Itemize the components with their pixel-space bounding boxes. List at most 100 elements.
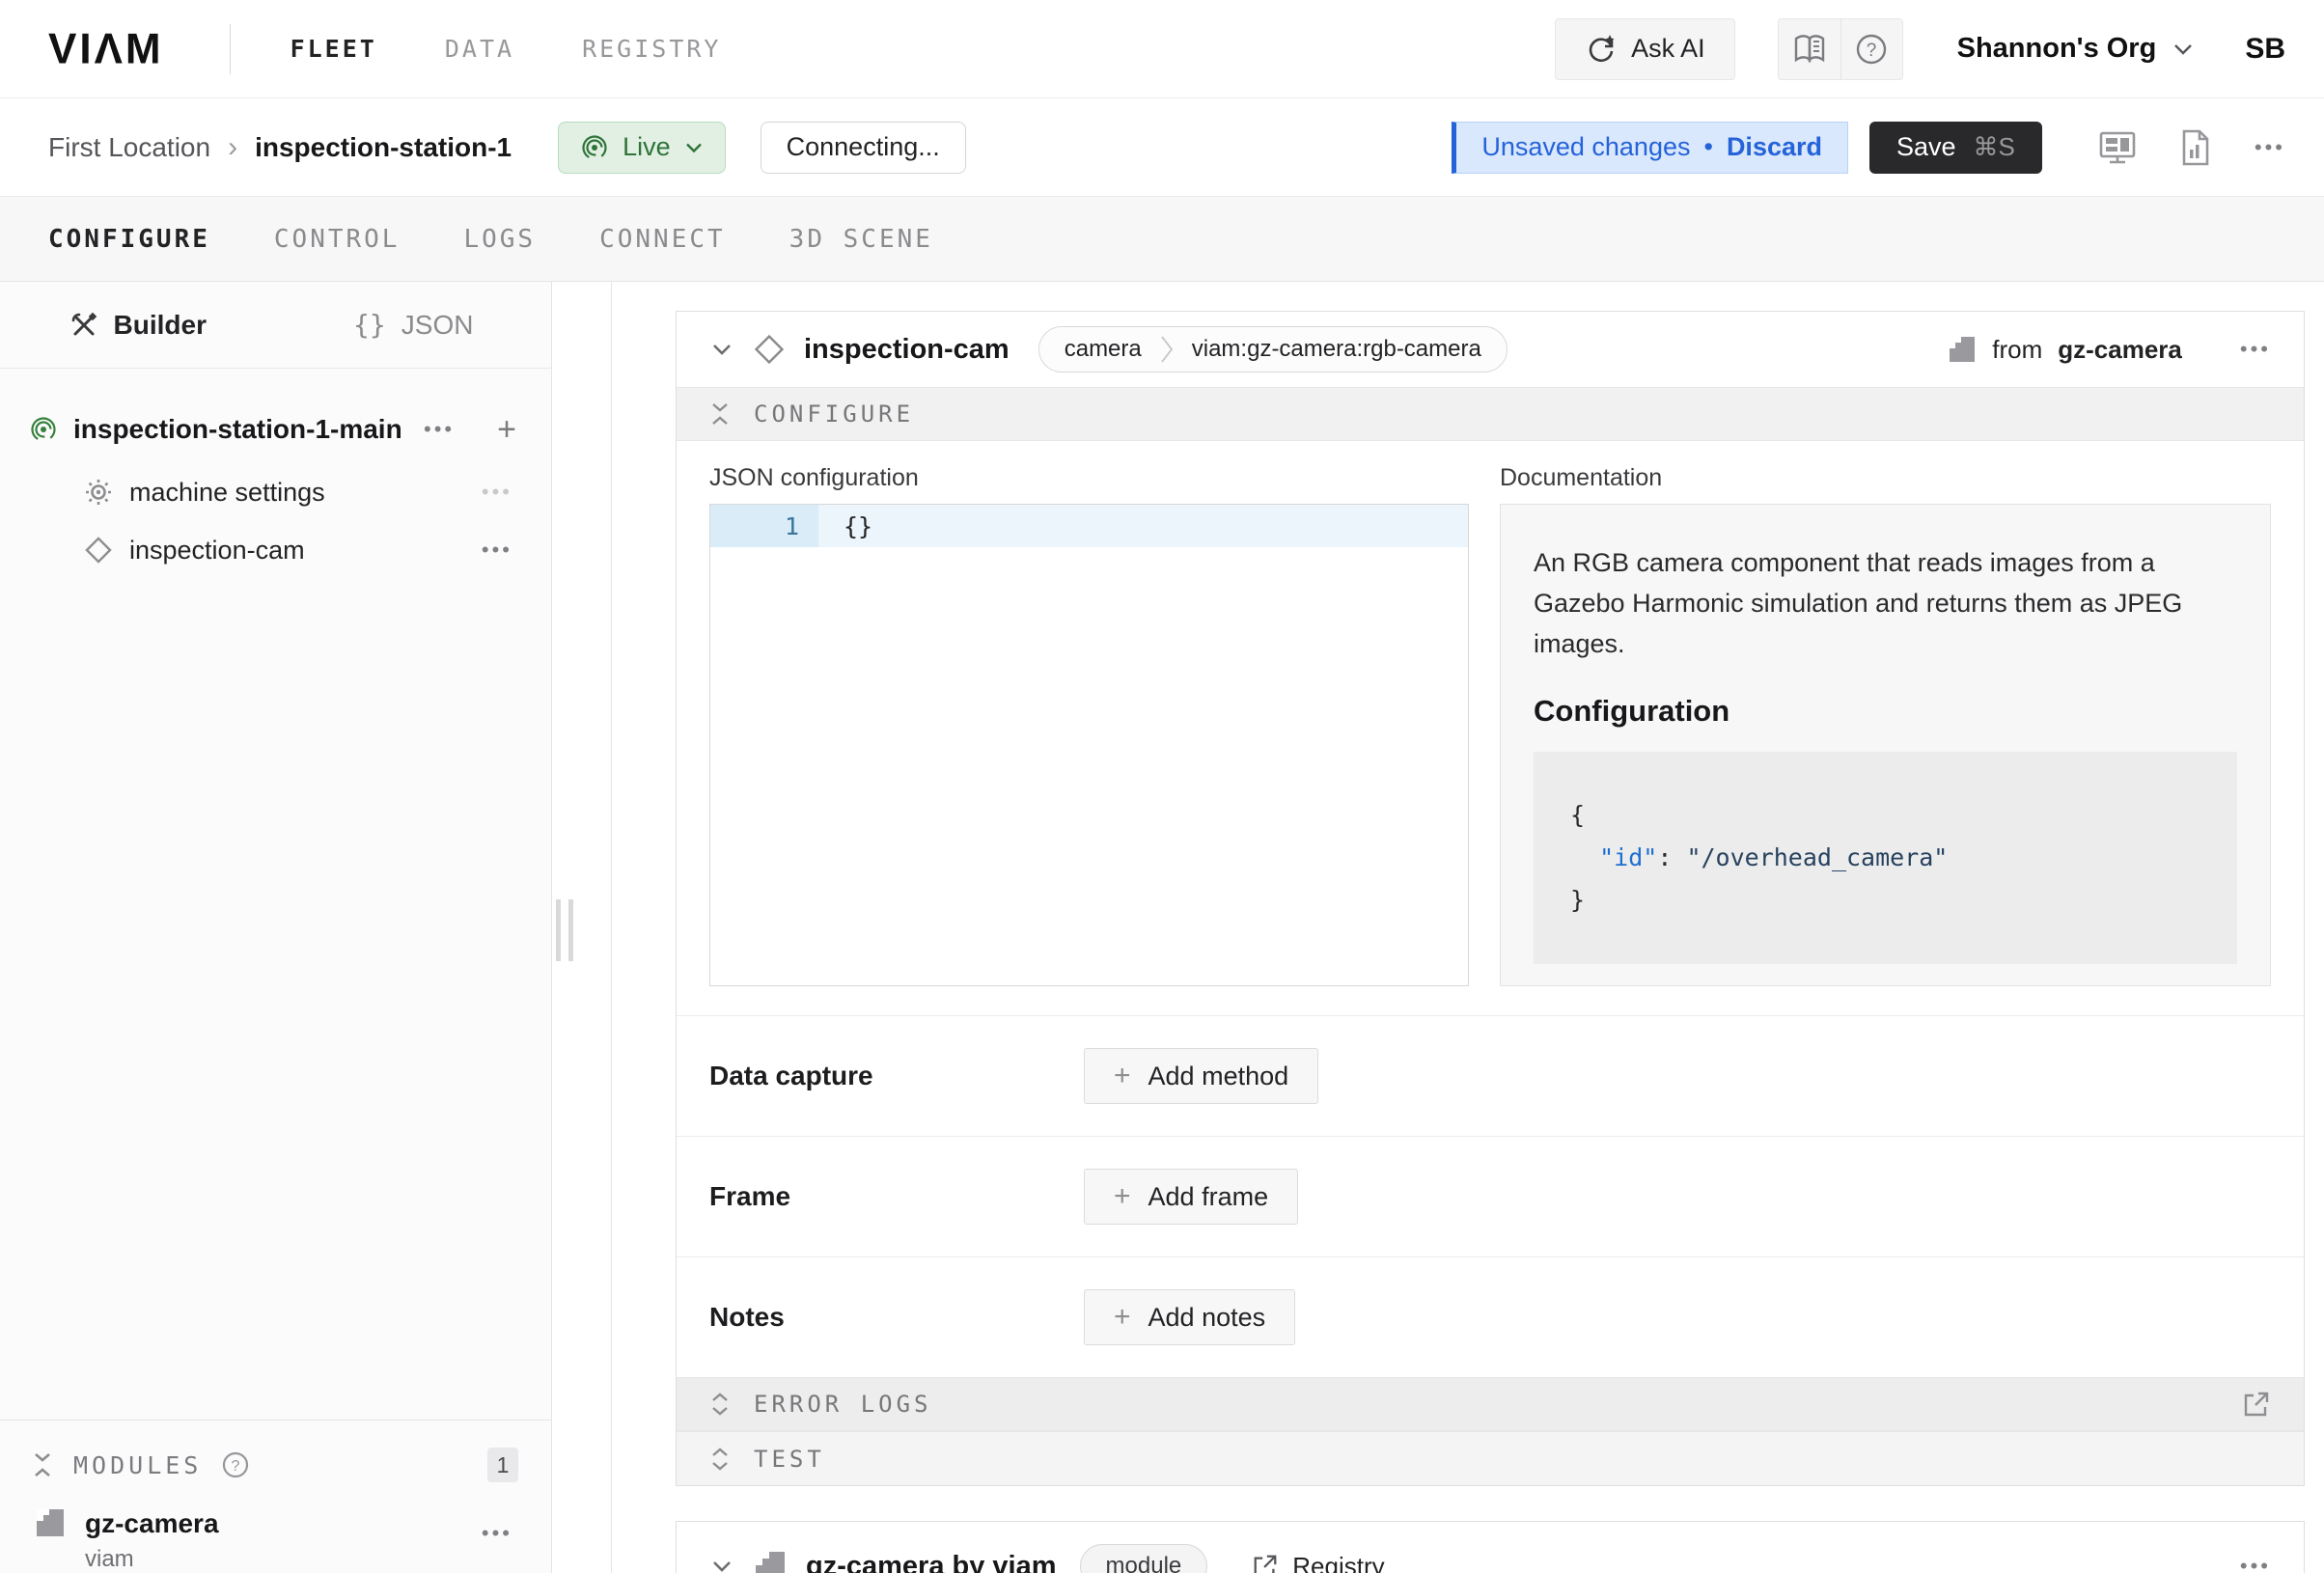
- module-icon: [1948, 335, 1977, 364]
- viam-logo[interactable]: VIΛM: [48, 24, 164, 73]
- tab-configure[interactable]: CONFIGURE: [48, 225, 210, 254]
- documentation-label: Documentation: [1500, 464, 2271, 492]
- tree-main-part[interactable]: inspection-station-1-main ••• +: [0, 396, 551, 463]
- data-capture-section: Data capture + Add method: [677, 1015, 2304, 1136]
- registry-link[interactable]: Registry: [1252, 1552, 1384, 1573]
- tab-control[interactable]: CONTROL: [274, 225, 401, 254]
- ask-ai-label: Ask AI: [1631, 34, 1705, 64]
- book-icon: [1792, 34, 1827, 65]
- json-label: JSON: [401, 310, 474, 341]
- component-overflow-menu[interactable]: •••: [2240, 337, 2271, 362]
- module-card-gz-camera: gz-camera by viam module Registry: [676, 1521, 2305, 1573]
- connecting-button[interactable]: Connecting...: [761, 122, 966, 174]
- machine-settings-overflow-menu[interactable]: •••: [482, 480, 512, 505]
- connecting-label: Connecting...: [787, 132, 940, 162]
- editor-line-number: 1: [710, 505, 818, 547]
- json-config-editor[interactable]: 1 {}: [709, 504, 1469, 986]
- report-document-icon[interactable]: [2179, 128, 2212, 167]
- help-icon-group: ?: [1778, 18, 1903, 80]
- machine-status-dropdown[interactable]: Live: [558, 122, 726, 174]
- machine-overflow-menu[interactable]: •••: [2255, 135, 2285, 160]
- gear-icon: [85, 479, 112, 506]
- external-link-icon[interactable]: [2242, 1390, 2271, 1419]
- documentation-column: Documentation An RGB camera component th…: [1500, 464, 2271, 986]
- question-circle-icon[interactable]: ?: [221, 1450, 250, 1479]
- chevron-down-icon[interactable]: [709, 341, 734, 358]
- save-button[interactable]: Save ⌘S: [1869, 122, 2042, 174]
- docs-button[interactable]: [1779, 19, 1840, 79]
- add-frame-button[interactable]: + Add frame: [1084, 1169, 1298, 1225]
- chevron-down-icon[interactable]: [709, 1558, 734, 1573]
- help-button[interactable]: ?: [1840, 19, 1902, 79]
- from-module-name: gz-camera: [2058, 335, 2182, 365]
- tab-logs[interactable]: LOGS: [463, 225, 536, 254]
- add-method-label: Add method: [1148, 1062, 1289, 1091]
- component-model: viam:gz-camera:rgb-camera: [1192, 336, 1481, 363]
- add-component-button[interactable]: +: [497, 413, 516, 446]
- nav-link-fleet[interactable]: FLEET: [290, 35, 377, 63]
- component-card-inspection-cam: inspection-cam camera viam:gz-camera:rgb…: [676, 311, 2305, 1486]
- broadcast-icon: [580, 133, 609, 162]
- editor-code-content: {}: [818, 505, 1468, 547]
- builder-mode-button[interactable]: Builder: [0, 282, 276, 368]
- component-type-pill: camera viam:gz-camera:rgb-camera: [1038, 326, 1508, 373]
- error-logs-label: ERROR LOGS: [754, 1391, 932, 1418]
- frame-label: Frame: [709, 1181, 1084, 1212]
- nav-divider: [230, 24, 231, 74]
- modules-count-badge: 1: [487, 1448, 518, 1482]
- save-label: Save: [1896, 132, 1956, 162]
- bullet-separator: •: [1703, 132, 1712, 162]
- component-name: inspection-cam: [804, 334, 1010, 366]
- module-overflow-menu[interactable]: •••: [482, 1521, 512, 1546]
- test-label: TEST: [754, 1446, 825, 1473]
- breadcrumb-location[interactable]: First Location: [48, 132, 210, 163]
- configure-section-label: CONFIGURE: [754, 400, 914, 428]
- configure-section-bar[interactable]: CONFIGURE: [677, 387, 2304, 441]
- test-section-bar[interactable]: TEST: [677, 1431, 2304, 1485]
- json-config-label: JSON configuration: [709, 464, 1469, 492]
- module-list-item[interactable]: gz-camera viam •••: [0, 1490, 551, 1573]
- nav-link-registry[interactable]: REGISTRY: [582, 35, 721, 63]
- tab-3d-scene[interactable]: 3D SCENE: [789, 225, 933, 254]
- module-type-badge: module: [1080, 1544, 1208, 1573]
- inspection-cam-overflow-menu[interactable]: •••: [482, 538, 512, 563]
- unsaved-changes-label: Unsaved changes: [1481, 132, 1690, 162]
- data-capture-label: Data capture: [709, 1061, 1084, 1091]
- save-shortcut: ⌘S: [1974, 132, 2015, 162]
- collapse-vertical-icon[interactable]: [31, 1450, 54, 1479]
- discard-button[interactable]: Discard: [1727, 132, 1822, 162]
- code-value: "/overhead_camera": [1686, 843, 1948, 871]
- org-switcher[interactable]: Shannon's Org: [1957, 33, 2196, 65]
- chevron-down-icon: [684, 141, 704, 154]
- sidebar-resize-handle[interactable]: [556, 899, 573, 961]
- collapse-vertical-icon: [709, 400, 731, 428]
- top-nav-links: FLEET DATA REGISTRY: [290, 35, 722, 63]
- ask-ai-button[interactable]: Ask AI: [1555, 18, 1735, 80]
- plus-icon: +: [1114, 1303, 1131, 1332]
- nav-link-data[interactable]: DATA: [445, 35, 514, 63]
- tab-connect[interactable]: CONNECT: [599, 225, 726, 254]
- module-card-overflow-menu[interactable]: •••: [2240, 1554, 2271, 1573]
- add-notes-button[interactable]: + Add notes: [1084, 1289, 1295, 1345]
- ai-refresh-sparkle-icon: [1585, 33, 1618, 66]
- module-icon: [754, 1550, 787, 1573]
- json-config-column: JSON configuration 1 {}: [709, 464, 1469, 986]
- registry-label: Registry: [1292, 1552, 1384, 1573]
- json-mode-button[interactable]: {} JSON: [276, 282, 552, 368]
- documentation-panel[interactable]: An RGB camera component that reads image…: [1500, 504, 2271, 986]
- from-label: from: [1992, 335, 2042, 365]
- tree-item-machine-settings[interactable]: machine settings •••: [0, 463, 551, 521]
- editor-line[interactable]: 1 {}: [710, 505, 1468, 547]
- from-module: from gz-camera: [1948, 335, 2182, 365]
- builder-tools-icon: [69, 311, 98, 340]
- add-method-button[interactable]: + Add method: [1084, 1048, 1318, 1104]
- user-avatar[interactable]: SB: [2245, 33, 2285, 66]
- part-overflow-menu[interactable]: •••: [424, 417, 455, 442]
- config-sidebar: Builder {} JSON inspection: [0, 282, 552, 1573]
- error-logs-section-bar[interactable]: ERROR LOGS: [677, 1377, 2304, 1431]
- monitor-dashboard-icon[interactable]: [2098, 129, 2137, 166]
- plus-icon: +: [1114, 1182, 1131, 1211]
- plus-icon: +: [1114, 1062, 1131, 1090]
- unsaved-changes-banner: Unsaved changes • Discard: [1452, 122, 1848, 174]
- tree-item-inspection-cam[interactable]: inspection-cam •••: [0, 521, 551, 579]
